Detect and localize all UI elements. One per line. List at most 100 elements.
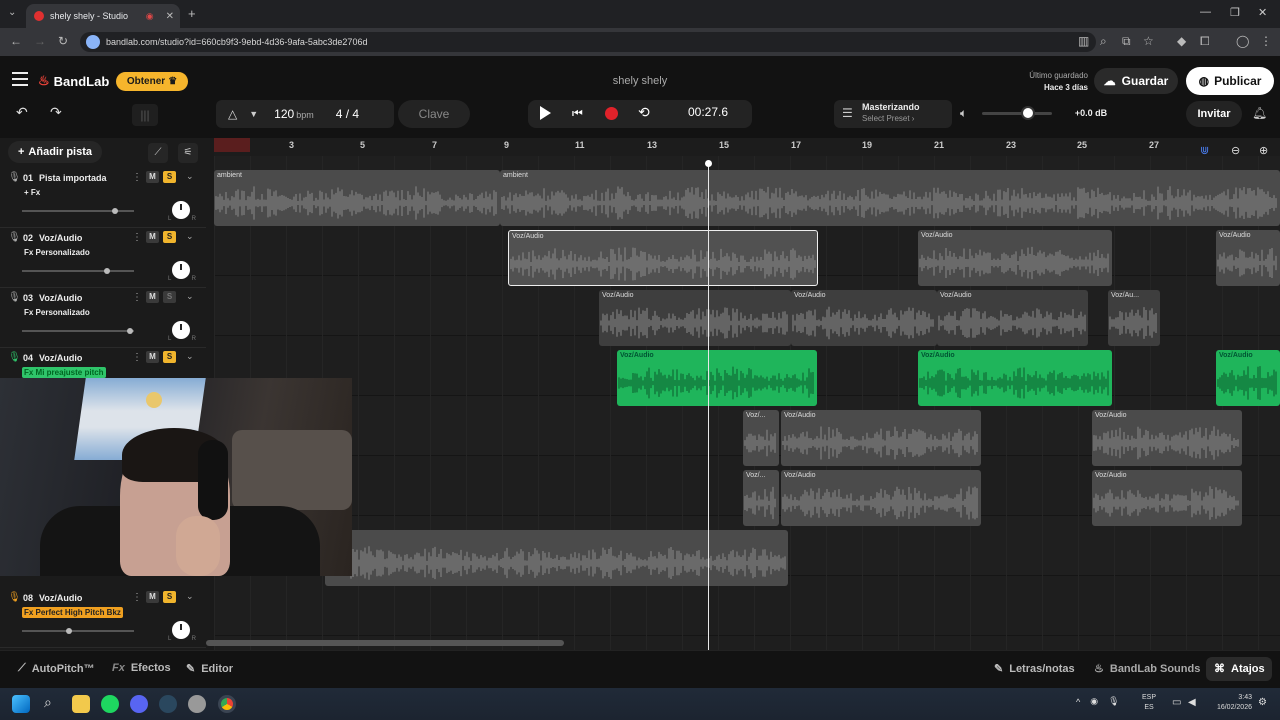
mixer-button[interactable]: ||| xyxy=(132,104,158,126)
mic-icon[interactable]: 🎙︎ xyxy=(8,172,21,183)
tab-list-icon[interactable]: ⌄ xyxy=(8,7,16,18)
chevron-down-icon[interactable]: ⌄ xyxy=(186,231,194,242)
audio-clip[interactable]: Voz/Audio xyxy=(1092,470,1242,526)
bandlab-logo[interactable]: ♨ BandLab xyxy=(38,73,109,89)
chevron-down-icon[interactable]: ⌄ xyxy=(186,171,194,182)
chevron-up-icon[interactable]: ^ xyxy=(1076,697,1080,707)
display-icon[interactable]: ▭ xyxy=(1172,697,1181,708)
chrome-icon[interactable] xyxy=(218,695,236,713)
close-tab-icon[interactable]: ✕ xyxy=(166,11,174,22)
new-tab-button[interactable]: + xyxy=(188,6,196,21)
audio-clip[interactable]: Voz/Audio xyxy=(599,290,791,346)
track-fx-label[interactable]: Fx Mi preajuste pitch xyxy=(22,367,106,378)
bookmark-icon[interactable]: ☆ xyxy=(1143,34,1154,48)
add-track-button[interactable]: + Añadir pista xyxy=(8,141,102,163)
audio-clip[interactable]: Voz/Audio xyxy=(781,410,981,466)
reader-icon[interactable]: ▥ xyxy=(1078,34,1089,48)
windows-start-icon[interactable] xyxy=(12,695,30,713)
track-name[interactable]: Voz/Audio xyxy=(39,293,82,303)
skip-back-icon[interactable]: ⏮ xyxy=(572,106,583,121)
invite-button[interactable]: Invitar xyxy=(1186,101,1242,127)
more-options-icon[interactable]: ⋮ xyxy=(132,232,142,243)
track-header[interactable]: 🎙︎ 03 Voz/Audio Fx Personalizado ⋮ M S ⌄ L R xyxy=(0,288,206,348)
track-name[interactable]: Voz/Audio xyxy=(39,353,82,363)
file-explorer-icon[interactable] xyxy=(72,695,90,713)
solo-button[interactable]: S xyxy=(163,591,176,603)
more-options-icon[interactable]: ⋮ xyxy=(132,592,142,603)
track-fx-label[interactable]: + Fx xyxy=(22,187,42,198)
time-signature[interactable]: 4 / 4 xyxy=(336,107,359,121)
loop-region[interactable] xyxy=(214,138,250,152)
audio-clip[interactable]: Voz/Audio xyxy=(918,230,1112,286)
obtener-button[interactable]: Obtener ♛ xyxy=(116,72,188,91)
spotify-icon[interactable] xyxy=(101,695,119,713)
playhead[interactable] xyxy=(708,162,709,650)
track-volume-knob[interactable] xyxy=(66,628,72,634)
select-preset[interactable]: Select Preset › xyxy=(862,114,914,123)
address-bar[interactable]: bandlab.com/studio?id=660cb9f3-9ebd-4d36… xyxy=(80,32,1096,52)
close-window-icon[interactable]: ✕ xyxy=(1258,6,1267,19)
track-settings-icon[interactable]: ⚟ xyxy=(178,143,198,163)
solo-button[interactable]: S xyxy=(163,171,176,183)
track-fx-label[interactable]: Fx Personalizado xyxy=(22,247,92,258)
bpm-field[interactable]: 120 bpm xyxy=(274,107,314,121)
horizontal-scrollbar[interactable] xyxy=(206,640,564,646)
chevron-down-icon[interactable]: ⌄ xyxy=(186,291,194,302)
autopitch-button[interactable]: ⟋ AutoPitch™ xyxy=(18,662,95,675)
cast-icon[interactable]: ⧉ xyxy=(1122,34,1131,49)
publish-button[interactable]: ◍ Publicar xyxy=(1186,67,1274,95)
reload-icon[interactable]: ↻ xyxy=(58,34,68,48)
mic-icon[interactable]: 🎙︎ xyxy=(8,352,21,363)
mic-tray-icon[interactable]: 🎙︎ xyxy=(1108,696,1119,707)
back-icon[interactable]: ← xyxy=(10,34,22,48)
mic-icon[interactable]: 🎙︎ xyxy=(8,232,21,243)
track-name[interactable]: Voz/Audio xyxy=(39,593,82,603)
track-header[interactable]: 🎙︎ 01 Pista importada + Fx ⋮ M S ⌄ L R xyxy=(0,168,206,228)
bell-icon[interactable]: 🔔︎ xyxy=(1252,106,1267,120)
chevron-down-icon[interactable]: ▼ xyxy=(249,109,258,119)
solo-button[interactable]: S xyxy=(163,291,176,303)
track-header[interactable]: 🎙︎ 02 Voz/Audio Fx Personalizado ⋮ M S ⌄ L R xyxy=(0,228,206,288)
audio-clip[interactable]: ambient xyxy=(214,170,500,226)
chevron-down-icon[interactable]: ⌄ xyxy=(186,591,194,602)
save-button[interactable]: ☁ Guardar xyxy=(1094,68,1178,94)
mic-permission-icon[interactable] xyxy=(86,35,100,49)
forward-icon[interactable]: → xyxy=(34,34,46,48)
obs-icon[interactable] xyxy=(188,695,206,713)
more-options-icon[interactable]: ⋮ xyxy=(132,352,142,363)
zoom-icon[interactable]: ⌕ xyxy=(1100,34,1107,49)
more-options-icon[interactable]: ⋮ xyxy=(132,172,142,183)
audio-clip[interactable]: Voz/Audio xyxy=(1216,350,1280,406)
discord-tray-icon[interactable]: ◉ xyxy=(1090,696,1098,707)
audio-clip[interactable]: Voz/... xyxy=(743,410,779,466)
audio-clip[interactable]: Voz/Audio xyxy=(791,290,937,346)
shortcuts-button[interactable]: ⌘ Atajos xyxy=(1214,662,1265,676)
track-fx-label[interactable]: Fx Perfect High Pitch Bkz xyxy=(22,607,123,618)
project-title[interactable]: shely shely xyxy=(560,75,720,87)
mute-button[interactable]: M xyxy=(146,351,159,363)
volume-icon[interactable]: 🔈︎ xyxy=(960,106,967,121)
mute-button[interactable]: M xyxy=(146,291,159,303)
extension-icon[interactable]: ◆ xyxy=(1177,34,1186,48)
master-volume-slider[interactable] xyxy=(982,112,1052,115)
arrangement-grid[interactable]: ambient ambient Voz/Audio Voz/Audio Voz/Audi… xyxy=(214,156,1280,650)
audio-clip[interactable]: ambient xyxy=(500,170,1280,226)
automation-icon[interactable]: ⟋ xyxy=(148,143,168,163)
loop-icon[interactable]: ⟲ xyxy=(638,104,650,121)
audio-clip[interactable]: Voz/Audio xyxy=(617,350,817,406)
track-fx-label[interactable]: Fx Personalizado xyxy=(22,307,92,318)
audio-clip[interactable]: Voz/Audio xyxy=(937,290,1088,346)
timeline-ruler[interactable]: 13579111315171921232527 xyxy=(214,138,1280,156)
track-volume-knob[interactable] xyxy=(104,268,110,274)
discord-icon[interactable] xyxy=(130,695,148,713)
chrome-menu-icon[interactable]: ⋮ xyxy=(1260,34,1272,48)
track-volume-slider[interactable] xyxy=(22,330,134,332)
lyrics-button[interactable]: ✎ Letras/notas xyxy=(994,662,1075,676)
editor-button[interactable]: ✎ Editor xyxy=(186,662,233,676)
undo-icon[interactable]: ↶ xyxy=(16,104,28,121)
steam-icon[interactable] xyxy=(159,695,177,713)
audio-clip[interactable]: Voz/Audio xyxy=(781,470,981,526)
browser-tab[interactable]: shely shely - Studio ◉ ✕ xyxy=(26,4,180,28)
solo-button[interactable]: S xyxy=(163,351,176,363)
track-volume-knob[interactable] xyxy=(127,328,133,334)
